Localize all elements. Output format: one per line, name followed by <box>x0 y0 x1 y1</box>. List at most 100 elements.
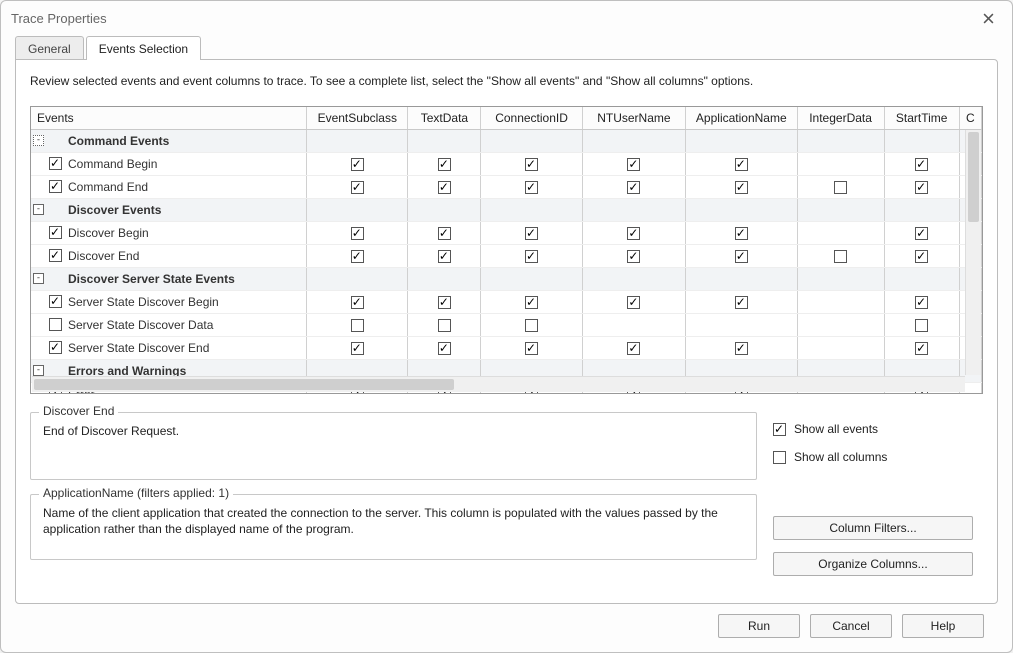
cell-checkbox[interactable] <box>627 342 640 355</box>
group-row: -Command Events <box>31 129 982 152</box>
cell-checkbox[interactable] <box>525 158 538 171</box>
collapse-toggle[interactable]: - <box>33 204 44 215</box>
column-description-box: ApplicationName (filters applied: 1) Nam… <box>30 494 757 560</box>
cell-checkbox[interactable] <box>351 296 364 309</box>
show-all-events-checkbox[interactable] <box>773 423 786 436</box>
cell-checkbox[interactable] <box>438 342 451 355</box>
event-row-checkbox[interactable] <box>49 295 62 308</box>
cell-checkbox[interactable] <box>351 319 364 332</box>
cell-checkbox[interactable] <box>735 227 748 240</box>
cell-checkbox[interactable] <box>525 296 538 309</box>
cell-checkbox[interactable] <box>735 181 748 194</box>
column-description-text: Name of the client application that crea… <box>43 505 744 537</box>
cell-checkbox[interactable] <box>438 296 451 309</box>
cell-checkbox[interactable] <box>438 250 451 263</box>
events-grid[interactable]: Events EventSubclass TextData Connection… <box>30 106 983 394</box>
event-row-checkbox[interactable] <box>49 341 62 354</box>
col-header-events[interactable]: Events <box>31 107 307 129</box>
cell-checkbox[interactable] <box>735 250 748 263</box>
show-all-events-option[interactable]: Show all events <box>773 418 983 440</box>
col-header-integerdata[interactable]: IntegerData <box>797 107 884 129</box>
cell-checkbox[interactable] <box>525 227 538 240</box>
window-title: Trace Properties <box>11 11 974 26</box>
cell-checkbox[interactable] <box>834 250 847 263</box>
event-row-checkbox[interactable] <box>49 249 62 262</box>
trace-properties-dialog: Trace Properties General Events Selectio… <box>0 0 1013 653</box>
event-row[interactable]: Server State Discover Begin <box>31 290 982 313</box>
event-row[interactable]: Server State Discover Data <box>31 313 982 336</box>
organize-columns-button[interactable]: Organize Columns... <box>773 552 973 576</box>
event-row[interactable]: Command End <box>31 175 982 198</box>
event-row-checkbox[interactable] <box>49 157 62 170</box>
help-button[interactable]: Help <box>902 614 984 638</box>
close-button[interactable] <box>974 7 1002 29</box>
cell-checkbox[interactable] <box>627 296 640 309</box>
cell-checkbox[interactable] <box>627 227 640 240</box>
cell-checkbox[interactable] <box>834 181 847 194</box>
tab-events-selection[interactable]: Events Selection <box>86 36 201 60</box>
col-header-ntusername[interactable]: NTUserName <box>582 107 685 129</box>
cell-checkbox[interactable] <box>351 227 364 240</box>
cell-checkbox[interactable] <box>915 342 928 355</box>
event-row[interactable]: Server State Discover End <box>31 336 982 359</box>
cell-checkbox[interactable] <box>525 342 538 355</box>
event-row-checkbox[interactable] <box>49 226 62 239</box>
vertical-scrollbar[interactable] <box>965 130 981 375</box>
collapse-toggle[interactable]: - <box>33 365 44 376</box>
col-header-eventsubclass[interactable]: EventSubclass <box>307 107 408 129</box>
cell-checkbox[interactable] <box>735 342 748 355</box>
event-label: Command End <box>66 180 148 194</box>
show-all-columns-checkbox[interactable] <box>773 451 786 464</box>
col-header-textdata[interactable]: TextData <box>408 107 481 129</box>
cell-checkbox[interactable] <box>525 319 538 332</box>
run-button[interactable]: Run <box>718 614 800 638</box>
event-row[interactable]: Discover Begin <box>31 221 982 244</box>
event-description-box: Discover End End of Discover Request. <box>30 412 757 480</box>
collapse-toggle[interactable]: - <box>33 135 44 146</box>
cell-checkbox[interactable] <box>915 181 928 194</box>
cell-checkbox[interactable] <box>438 227 451 240</box>
show-all-columns-option[interactable]: Show all columns <box>773 446 983 468</box>
tab-strip: General Events Selection <box>15 33 998 59</box>
event-description-text: End of Discover Request. <box>43 423 744 439</box>
cell-checkbox[interactable] <box>915 227 928 240</box>
event-row-checkbox[interactable] <box>49 318 62 331</box>
cell-checkbox[interactable] <box>627 158 640 171</box>
tab-general[interactable]: General <box>15 36 84 60</box>
col-header-applicationname[interactable]: ApplicationName <box>686 107 797 129</box>
cell-checkbox[interactable] <box>627 181 640 194</box>
cell-checkbox[interactable] <box>351 181 364 194</box>
cell-checkbox[interactable] <box>438 158 451 171</box>
cell-checkbox[interactable] <box>351 250 364 263</box>
col-header-starttime[interactable]: StartTime <box>884 107 959 129</box>
event-label: Discover End <box>66 249 139 263</box>
cell-checkbox[interactable] <box>438 319 451 332</box>
col-header-connectionid[interactable]: ConnectionID <box>481 107 582 129</box>
cell-checkbox[interactable] <box>438 181 451 194</box>
event-row[interactable]: Command Begin <box>31 152 982 175</box>
cell-checkbox[interactable] <box>525 181 538 194</box>
group-row: - Discover Server State Events <box>31 267 982 290</box>
cell-checkbox[interactable] <box>627 250 640 263</box>
group-label: Discover Server State Events <box>66 272 235 286</box>
column-filters-button[interactable]: Column Filters... <box>773 516 973 540</box>
col-header-clipped[interactable]: C <box>959 107 981 129</box>
horizontal-scrollbar[interactable] <box>32 376 965 392</box>
event-label: Command Begin <box>66 157 157 171</box>
cell-checkbox[interactable] <box>915 296 928 309</box>
event-row-checkbox[interactable] <box>49 180 62 193</box>
cancel-button[interactable]: Cancel <box>810 614 892 638</box>
dialog-footer: Run Cancel Help <box>15 604 998 638</box>
cell-checkbox[interactable] <box>735 296 748 309</box>
cell-checkbox[interactable] <box>915 319 928 332</box>
collapse-toggle[interactable]: - <box>33 273 44 284</box>
cell-checkbox[interactable] <box>525 250 538 263</box>
grid-header-row: Events EventSubclass TextData Connection… <box>31 107 982 129</box>
cell-checkbox[interactable] <box>915 158 928 171</box>
cell-checkbox[interactable] <box>351 158 364 171</box>
event-row[interactable]: Discover End <box>31 244 982 267</box>
cell-checkbox[interactable] <box>915 250 928 263</box>
cell-checkbox[interactable] <box>351 342 364 355</box>
cell-checkbox[interactable] <box>735 158 748 171</box>
group-label: Discover Events <box>66 203 161 217</box>
